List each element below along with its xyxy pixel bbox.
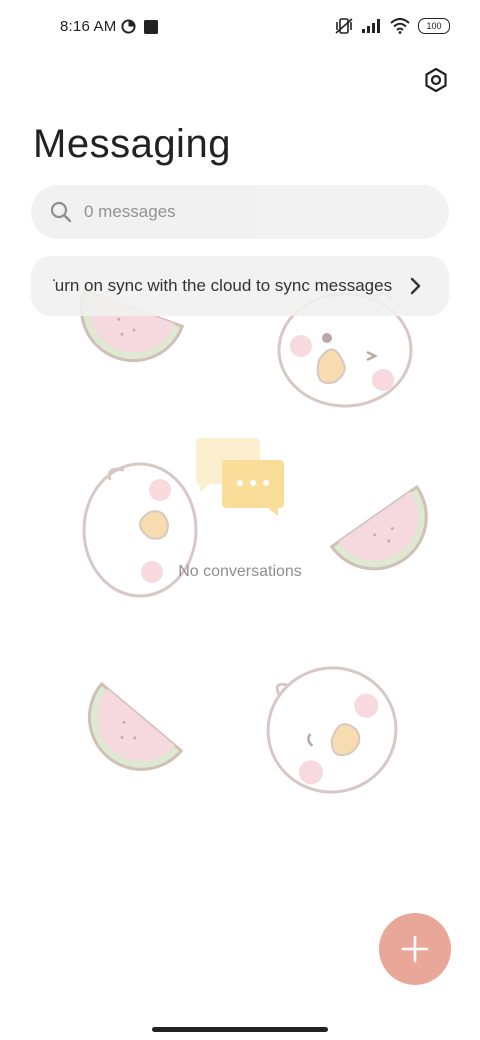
sync-text-wrap: Turn on sync with the cloud to sync mess… xyxy=(53,256,395,316)
plus-icon xyxy=(401,935,429,963)
messaging-screen: 8:16 AM 100 Messaging 0 messages Turn on… xyxy=(0,0,480,1040)
status-bar: 8:16 AM 100 xyxy=(0,0,480,56)
empty-state-text: No conversations xyxy=(178,563,302,580)
data-saver-icon xyxy=(121,19,136,34)
search-bar[interactable]: 0 messages xyxy=(31,185,449,239)
duck-icon xyxy=(266,666,398,794)
status-icons-left xyxy=(121,19,158,34)
page-title: Messaging xyxy=(33,122,231,166)
sync-banner[interactable]: Turn on sync with the cloud to sync mess… xyxy=(31,256,449,316)
vibrate-icon xyxy=(335,18,353,34)
status-icons-right: 100 xyxy=(334,17,450,35)
watermelon-icon xyxy=(87,681,184,771)
settings-hex-icon xyxy=(425,67,447,93)
status-time: 8:16 AM xyxy=(60,18,117,35)
square-notification-icon xyxy=(144,19,158,34)
search-icon xyxy=(50,201,72,223)
settings-button[interactable] xyxy=(420,64,452,96)
sync-banner-text: Turn on sync with the cloud to sync mess… xyxy=(53,276,393,295)
battery-icon: 100 xyxy=(418,18,450,34)
new-message-button[interactable] xyxy=(379,913,451,985)
chevron-right-icon xyxy=(410,277,421,295)
home-indicator[interactable] xyxy=(152,1027,328,1032)
search-placeholder: 0 messages xyxy=(84,202,176,221)
wifi-icon xyxy=(390,18,410,34)
signal-icon xyxy=(362,19,380,33)
chat-bubbles-icon xyxy=(196,438,284,516)
